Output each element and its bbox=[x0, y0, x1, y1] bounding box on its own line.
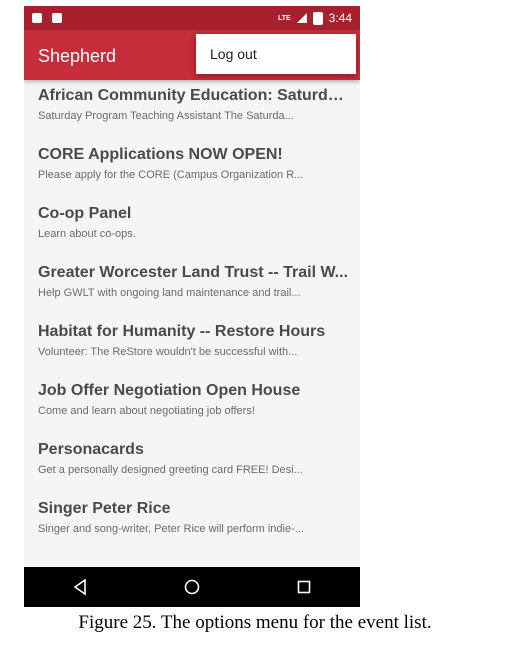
event-title: Job Offer Negotiation Open House bbox=[38, 382, 301, 399]
event-title: Personacards bbox=[38, 441, 144, 458]
list-item[interactable]: Job Offer Negotiation Open House Come an… bbox=[24, 375, 360, 434]
event-subtitle: Learn about co-ops. bbox=[38, 228, 136, 240]
event-subtitle: Help GWLT with ongoing land maintenance … bbox=[38, 287, 301, 299]
event-title: CORE Applications NOW OPEN! bbox=[38, 146, 283, 163]
network-type: LTE bbox=[277, 14, 291, 22]
list-item[interactable]: Co-op Panel Learn about co-ops. bbox=[24, 198, 360, 257]
battery-icon bbox=[312, 11, 323, 25]
list-item[interactable]: CORE Applications NOW OPEN! Please apply… bbox=[24, 139, 360, 198]
figure-caption: Figure 25. The options menu for the even… bbox=[78, 612, 432, 633]
event-subtitle: Singer and song-writer, Peter Rice will … bbox=[38, 523, 304, 535]
event-subtitle: Saturday Program Teaching Assistant The … bbox=[38, 110, 294, 122]
recents-icon bbox=[297, 580, 311, 594]
status-bar: LTE 3:44 bbox=[24, 6, 360, 30]
event-subtitle: Come and learn about negotiating job off… bbox=[38, 405, 255, 417]
navigation-bar bbox=[24, 567, 360, 607]
event-subtitle: Please apply for the CORE (Campus Organi… bbox=[38, 169, 304, 181]
home-button[interactable] bbox=[172, 571, 212, 603]
home-icon bbox=[184, 579, 200, 595]
logout-menu-item[interactable]: Log out bbox=[210, 46, 257, 62]
phone-screen: LTE 3:44 Shepherd Log out African Commun… bbox=[24, 6, 360, 607]
list-item[interactable]: Greater Worcester Land Trust -- Trail W.… bbox=[24, 257, 360, 316]
list-item[interactable]: Habitat for Humanity -- Restore Hours Vo… bbox=[24, 316, 360, 375]
back-button[interactable] bbox=[60, 571, 100, 603]
list-item[interactable]: Singer Peter Rice Singer and song-writer… bbox=[24, 493, 360, 552]
options-menu: Log out bbox=[196, 34, 356, 74]
event-subtitle: Volunteer: The ReStore wouldn't be succe… bbox=[38, 346, 298, 358]
event-subtitle: Get a personally designed greeting card … bbox=[38, 464, 303, 476]
clock: 3:44 bbox=[328, 11, 352, 25]
event-title: Greater Worcester Land Trust -- Trail W.… bbox=[38, 264, 348, 281]
sd-card-icon bbox=[32, 13, 42, 23]
back-icon bbox=[73, 579, 86, 595]
event-title: Co-op Panel bbox=[38, 205, 132, 222]
recents-button[interactable] bbox=[284, 571, 324, 603]
android-icon bbox=[52, 13, 62, 23]
signal-icon bbox=[296, 13, 307, 23]
app-title: Shepherd bbox=[38, 46, 117, 66]
event-title: Habitat for Humanity -- Restore Hours bbox=[38, 323, 326, 340]
event-title: Singer Peter Rice bbox=[38, 500, 171, 517]
list-item[interactable]: Personacards Get a personally designed g… bbox=[24, 434, 360, 493]
event-title: African Community Education: Saturday... bbox=[38, 87, 348, 104]
list-item[interactable]: African Community Education: Saturday...… bbox=[24, 80, 360, 139]
event-list: African Community Education: Saturday...… bbox=[24, 80, 360, 552]
